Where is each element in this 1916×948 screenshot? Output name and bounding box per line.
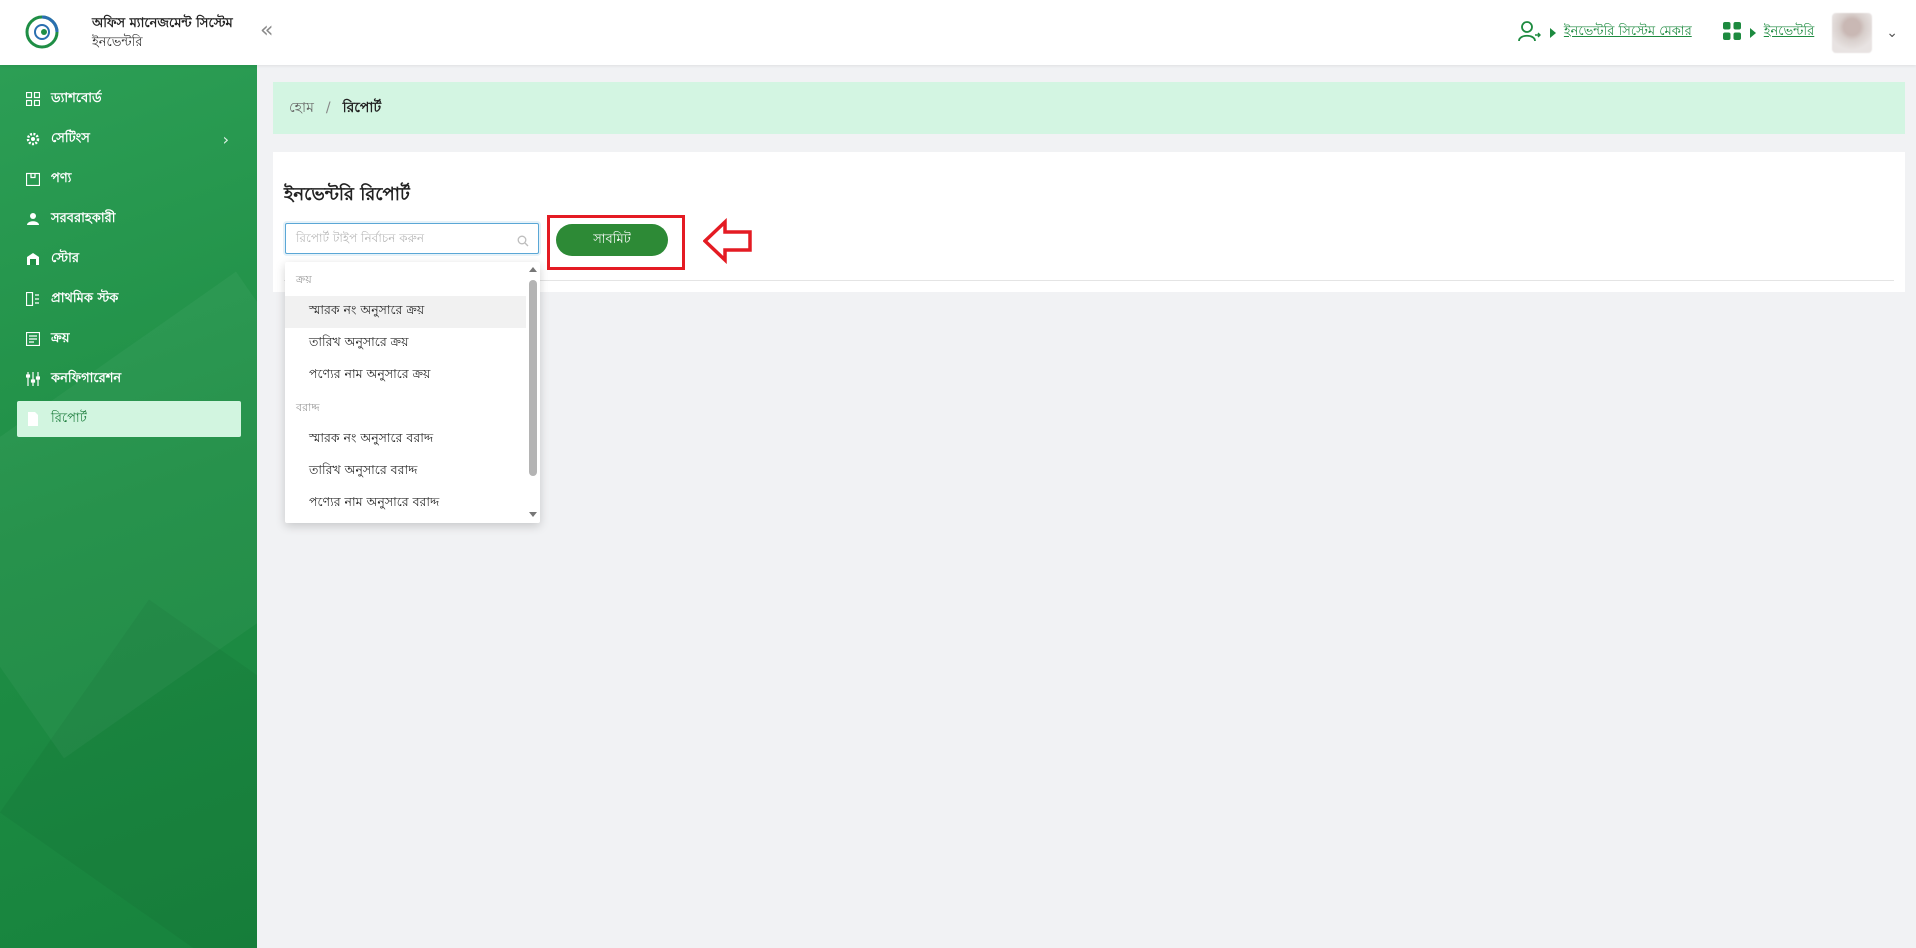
- sidebar-item-products[interactable]: পণ্য: [17, 161, 241, 197]
- sidebar-item-label: স্টোর: [51, 250, 79, 266]
- sidebar-item-label: কনফিগারেশন: [51, 370, 122, 386]
- report-type-select[interactable]: রিপোর্ট টাইপ নির্বাচন করুন: [285, 223, 539, 254]
- collapse-icon[interactable]: «: [260, 18, 273, 43]
- avatar[interactable]: [1832, 12, 1873, 53]
- caret-right-icon: [1549, 27, 1556, 38]
- sidebar-item-purchase[interactable]: ক্রয়: [17, 321, 241, 357]
- sidebar-item-label: সেটিংস: [51, 130, 90, 146]
- header-actions: ইনভেন্টরি সিস্টেম মেকার ইনভেন্টরি ⌄: [1517, 0, 1898, 65]
- scroll-down-icon[interactable]: [529, 512, 537, 517]
- chevron-down-icon[interactable]: ⌄: [1886, 25, 1898, 41]
- module-link[interactable]: ইনভেন্টরি: [1764, 22, 1815, 43]
- apps-grid-icon[interactable]: [1722, 21, 1742, 45]
- product-icon: [25, 171, 41, 187]
- sidebar-item-label: রিপোর্ট: [51, 410, 87, 426]
- scroll-up-icon[interactable]: [529, 267, 537, 272]
- breadcrumb-separator: /: [325, 100, 331, 116]
- sidebar-item-label: পণ্য: [51, 170, 72, 186]
- dropdown-option[interactable]: স্মারক নং অনুসারে ক্রয়: [285, 296, 526, 328]
- select-placeholder: রিপোর্ট টাইপ নির্বাচন করুন: [296, 231, 425, 245]
- search-icon: [517, 232, 529, 247]
- app-subtitle: ইনভেন্টরি: [92, 35, 143, 50]
- annotation-arrow-icon: [702, 217, 753, 265]
- sidebar-item-label: সরবরাহকারী: [51, 210, 116, 226]
- annotation-highlight-box: [547, 215, 685, 270]
- sidebar-item-label: প্রাথমিক স্টক: [51, 290, 119, 306]
- gear-icon: [25, 131, 41, 147]
- breadcrumb-current: রিপোর্ট: [342, 100, 382, 116]
- dropdown-option[interactable]: পণ্যের নাম অনুসারে বরাদ্দ: [285, 488, 526, 520]
- dropdown-option[interactable]: তারিখ অনুসারে ক্রয়: [285, 328, 526, 360]
- role-link[interactable]: ইনভেন্টরি সিস্টেম মেকার: [1564, 22, 1692, 43]
- sidebar-item-report[interactable]: রিপোর্ট: [17, 401, 241, 437]
- option-group-label: বরাদ্দ: [296, 401, 320, 414]
- breadcrumb-home[interactable]: হোম: [289, 96, 314, 120]
- config-icon: [25, 371, 41, 387]
- sidebar-item-suppliers[interactable]: সরবরাহকারী: [17, 201, 241, 237]
- dropdown-option[interactable]: তারিখ অনুসারে বরাদ্দ: [285, 456, 526, 488]
- sidebar-item-dashboard[interactable]: ড্যাশবোর্ড: [17, 81, 241, 117]
- chevron-right-icon: ›: [222, 129, 229, 149]
- page-title: ইনভেন্টরি রিপোর্ট: [284, 184, 410, 205]
- dropdown-scrollbar[interactable]: [526, 262, 540, 523]
- user-switch-icon[interactable]: [1517, 19, 1542, 47]
- sidebar-item-label: ক্রয়: [51, 330, 70, 346]
- dashboard-icon: [25, 91, 41, 107]
- sidebar-item-label: ড্যাশবোর্ড: [51, 90, 102, 106]
- app-title: অফিস ম্যানেজমেন্ট সিস্টেম: [92, 16, 233, 31]
- option-group-label: ক্রয়: [296, 273, 312, 286]
- purchase-icon: [25, 331, 41, 347]
- sidebar-item-configuration[interactable]: কনফিগারেশন: [17, 361, 241, 397]
- top-header: অফিস ম্যানেজমেন্ট সিস্টেম ইনভেন্টরি « ইন…: [0, 0, 1916, 65]
- caret-right-icon: [1749, 27, 1756, 38]
- dropdown-option[interactable]: পণ্যের নাম অনুসারে ক্রয়: [285, 360, 526, 392]
- sidebar-item-initial-stock[interactable]: প্রাথমিক স্টক: [17, 281, 241, 317]
- dropdown-option[interactable]: স্মারক নং অনুসারে বরাদ্দ: [285, 424, 526, 456]
- breadcrumb: হোম / রিপোর্ট: [273, 82, 1905, 134]
- scrollbar-thumb[interactable]: [529, 280, 537, 476]
- brand-logo: [24, 12, 70, 52]
- sidebar-item-settings[interactable]: সেটিংস ›: [17, 121, 241, 157]
- supplier-icon: [25, 211, 41, 227]
- stock-icon: [25, 291, 41, 307]
- sidebar-item-store[interactable]: স্টোর: [17, 241, 241, 277]
- report-type-dropdown[interactable]: ক্রয় স্মারক নং অনুসারে ক্রয় তারিখ অনুস…: [285, 262, 540, 523]
- report-icon: [25, 411, 41, 427]
- store-icon: [25, 251, 41, 267]
- sidebar: ড্যাশবোর্ড সেটিংস › পণ্য সরবরাহকারী স্টো…: [0, 65, 257, 948]
